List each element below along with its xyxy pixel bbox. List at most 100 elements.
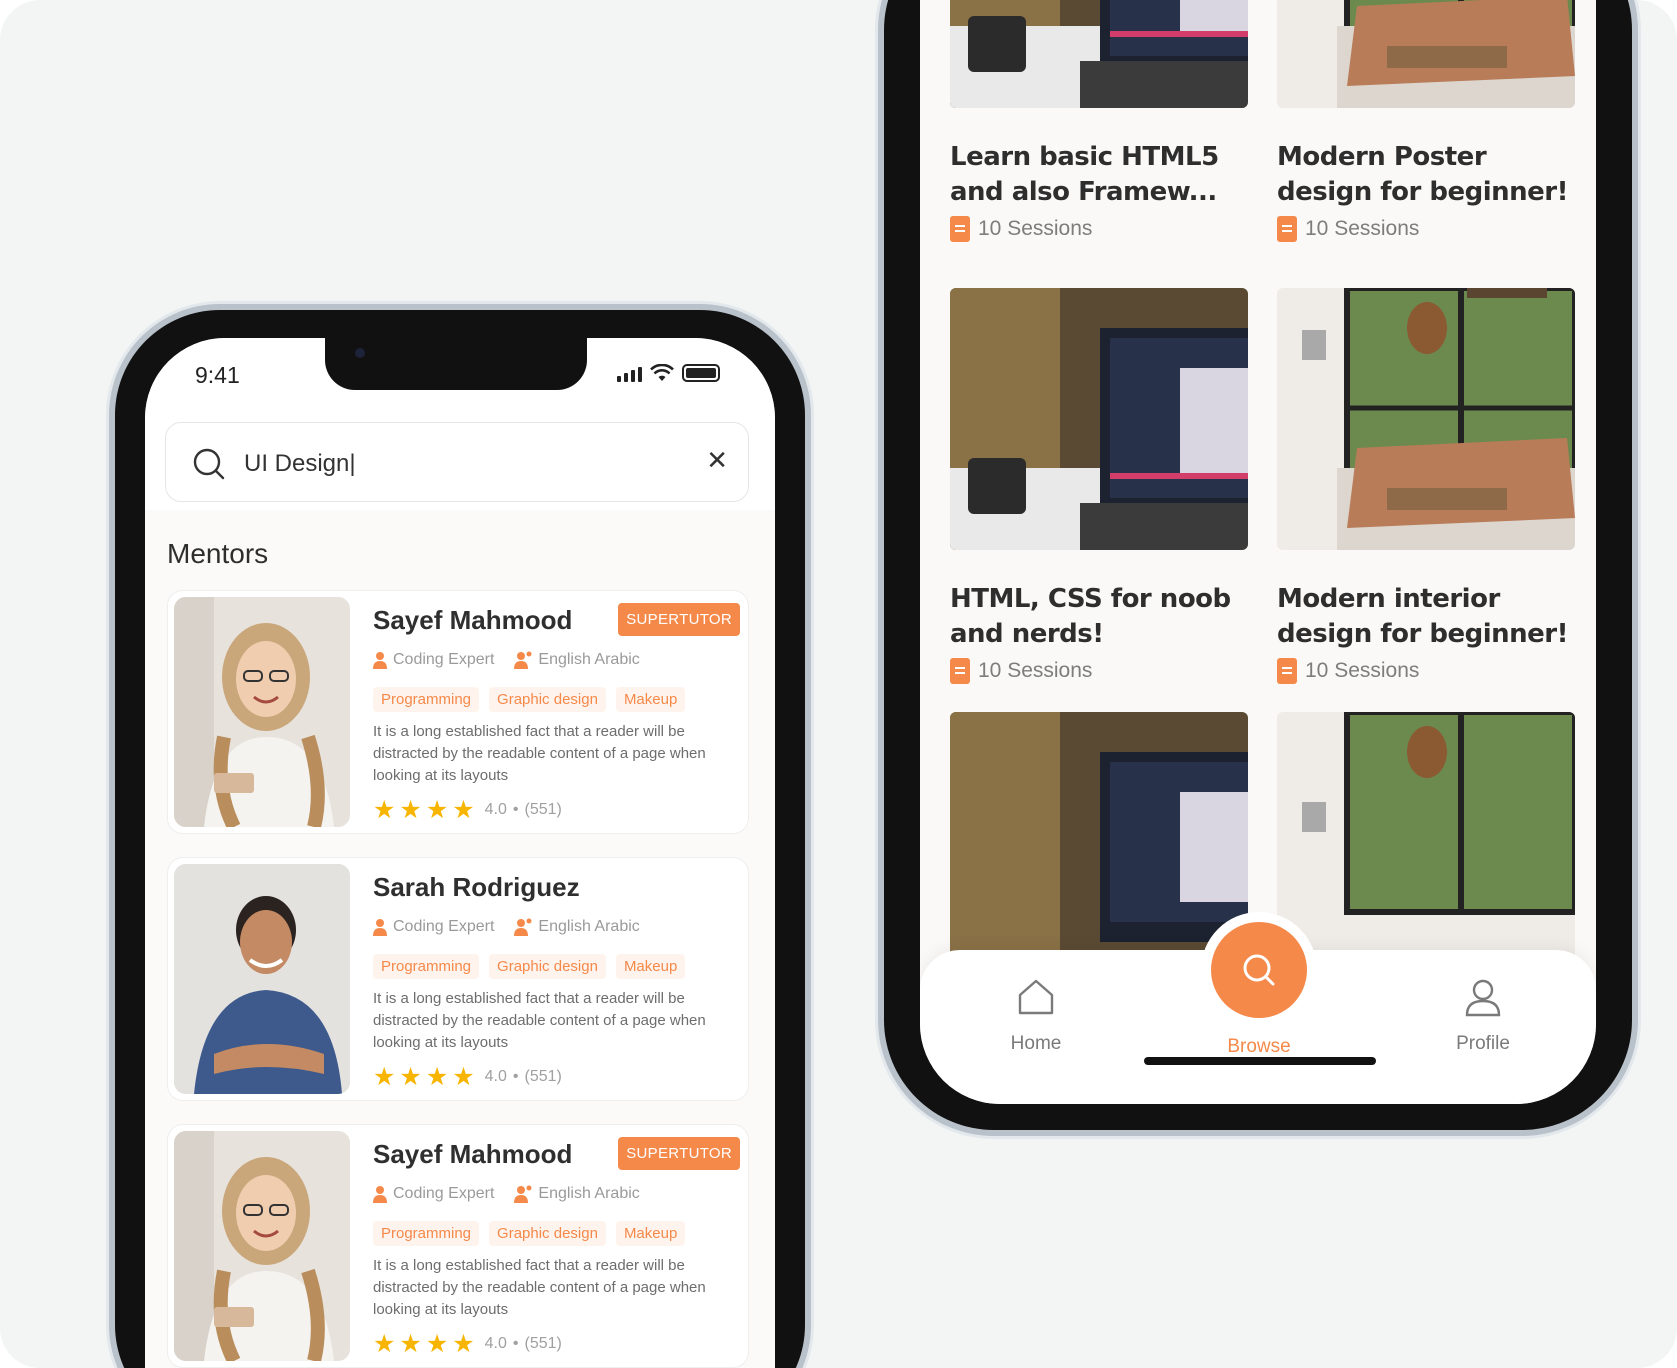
course-sessions: 10 Sessions [950,658,1248,684]
mentor-tags: Programming Graphic design Makeup [373,954,686,979]
mentor-description: It is a long established fact that a rea… [373,990,706,1051]
dot-separator: • [512,801,519,818]
course-card[interactable]: Modern interior design for beginner! 10 … [1277,288,1575,684]
document-icon [1277,216,1297,242]
supertutor-badge: SUPERTUTOR [618,1137,740,1170]
course-thumbnail-interior [1277,712,1575,974]
tab-home[interactable]: Home [976,975,1096,1055]
user-icon [1465,979,1501,1017]
bottom-tab-bar: Home Browse Profile [920,922,1596,1104]
sessions-count: 10 Sessions [978,217,1093,240]
tag[interactable]: Graphic design [489,954,606,979]
mentor-photo [174,864,350,1094]
mentor-meta: Coding Expert English Arabic [373,651,640,669]
course-thumbnail-interior [1277,288,1575,550]
tab-profile-label: Profile [1456,1033,1510,1054]
user-icon [373,1186,387,1203]
language-icon [514,1185,532,1203]
review-count: (551) [524,1335,562,1352]
rating-value: 4.0 [484,1335,507,1352]
mentor-description: It is a long established fact that a rea… [373,1257,706,1318]
review-count: (551) [524,1068,562,1085]
language-icon [514,651,532,669]
mentor-name: Sayef Mahmood [373,605,573,635]
course-sessions: 10 Sessions [1277,216,1575,242]
mentor-name: Sarah Rodriguez [373,872,580,902]
sessions-count: 10 Sessions [978,659,1093,682]
mentor-rating: ★★★★ 4.0 • (551) [373,1329,562,1359]
mentor-languages: English Arabic [538,918,640,935]
course-thumbnail-laptop [950,712,1248,974]
course-card[interactable] [950,712,1248,974]
cellular-signal-icon [617,367,642,382]
battery-icon [682,364,720,382]
mentor-name: Sayef Mahmood [373,1139,573,1169]
search-value: UI Design| [244,450,356,477]
course-card[interactable]: Modern Poster design for beginner! 10 Se… [1277,0,1575,242]
dot-separator: • [512,1068,519,1085]
mentor-rating: ★★★★ 4.0 • (551) [373,1062,562,1092]
section-title-mentors: Mentors [167,538,269,569]
tag[interactable]: Programming [373,687,480,712]
browse-screen: Learn basic HTML5 and also Framew... 10 … [920,0,1596,1104]
canvas: 9:41 UI Design| ✕ Mentors Sayef Mahmood … [0,0,1677,1368]
course-thumbnail-laptop [950,0,1248,108]
tag[interactable]: Makeup [615,954,686,979]
mentor-languages: English Arabic [538,1185,640,1202]
wifi-icon [650,364,674,381]
home-icon [1018,979,1054,1015]
mentor-role: Coding Expert [393,651,495,668]
mentor-rating: ★★★★ 4.0 • (551) [373,795,562,825]
mentor-role: Coding Expert [393,1185,495,1202]
mentor-tags: Programming Graphic design Makeup [373,687,686,712]
user-icon [373,652,387,669]
phone-search-screen: 9:41 UI Design| ✕ Mentors Sayef Mahmood … [115,310,805,1368]
mentor-role: Coding Expert [393,918,495,935]
review-count: (551) [524,801,562,818]
sessions-count: 10 Sessions [1305,659,1420,682]
sessions-count: 10 Sessions [1305,217,1420,240]
mentor-tags: Programming Graphic design Makeup [373,1221,686,1246]
language-icon [514,918,532,936]
course-thumbnail-interior [1277,0,1575,108]
mentor-meta: Coding Expert English Arabic [373,1185,640,1203]
close-icon[interactable]: ✕ [706,445,728,476]
dot-separator: • [512,1335,519,1352]
camera-icon [355,348,365,358]
tag[interactable]: Graphic design [489,1221,606,1246]
tag[interactable]: Programming [373,1221,480,1246]
mentor-description: It is a long established fact that a rea… [373,723,706,784]
course-thumbnail-laptop [950,288,1248,550]
document-icon [950,658,970,684]
tag[interactable]: Makeup [615,687,686,712]
search-icon [1243,954,1275,986]
mentor-card[interactable]: Sayef Mahmood SUPERTUTOR Coding Expert E… [167,1124,749,1368]
browse-button[interactable] [1211,922,1307,1018]
mentor-card[interactable]: Sayef Mahmood SUPERTUTOR Coding Expert E… [167,590,749,834]
rating-value: 4.0 [484,801,507,818]
course-card[interactable]: HTML, CSS for noob and nerds! 10 Session… [950,288,1248,684]
course-sessions: 10 Sessions [1277,658,1575,684]
tag[interactable]: Makeup [615,1221,686,1246]
rating-value: 4.0 [484,1068,507,1085]
notch [325,338,587,390]
course-card[interactable]: Learn basic HTML5 and also Framew... 10 … [950,0,1248,242]
tab-profile[interactable]: Profile [1423,975,1543,1055]
course-title: Modern Poster design for beginner! [1277,142,1568,207]
search-header: UI Design| ✕ [145,410,775,510]
status-icons [617,364,720,382]
supertutor-badge: SUPERTUTOR [618,603,740,636]
tag[interactable]: Graphic design [489,687,606,712]
course-card[interactable] [1277,712,1575,974]
document-icon [1277,658,1297,684]
mentor-photo [174,597,350,827]
search-input[interactable]: UI Design| ✕ [165,422,749,502]
mentor-photo [174,1131,350,1361]
status-time: 9:41 [195,362,240,388]
tab-browse-label: Browse [1227,1036,1291,1057]
mentor-meta: Coding Expert English Arabic [373,918,640,936]
tag[interactable]: Programming [373,954,480,979]
star-icons: ★★★★ [373,1063,479,1091]
search-icon [193,448,225,480]
mentor-card[interactable]: Sarah Rodriguez Coding Expert English Ar… [167,857,749,1101]
